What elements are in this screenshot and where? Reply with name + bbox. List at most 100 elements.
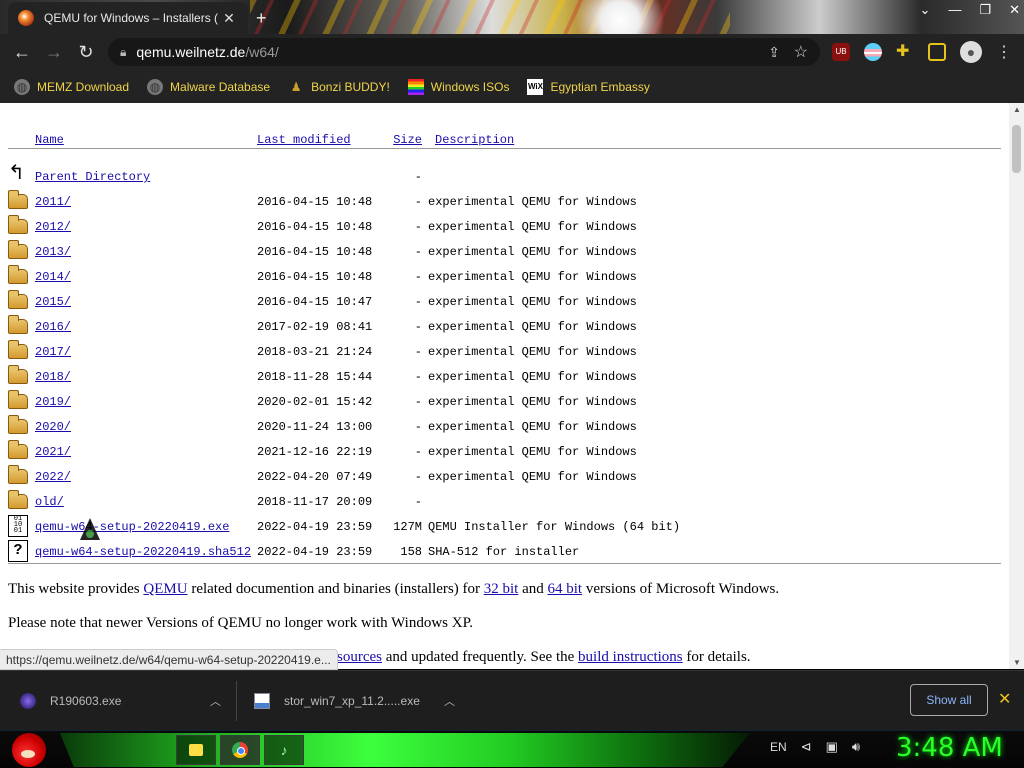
menu-kebab-icon[interactable]: ⋮: [996, 42, 1012, 62]
share-icon[interactable]: ⇪: [768, 44, 780, 61]
file-size: -: [414, 195, 422, 209]
table-row: 01 10 01 qemu-w64-setup-20220419.exe 2022-…: [0, 515, 1000, 540]
bookmark-bonzi-buddy[interactable]: ♟ Bonzi BUDDY!: [288, 79, 390, 95]
download-filename: R190603.exe: [50, 694, 122, 708]
file-name-link[interactable]: 2013/: [35, 245, 71, 259]
taskbar-glow: [60, 733, 750, 767]
file-name-link[interactable]: 2022/: [35, 470, 71, 484]
file-name-link[interactable]: 2020/: [35, 420, 71, 434]
bookmark-label: Malware Database: [170, 79, 271, 94]
minimize-icon[interactable]: —: [948, 2, 961, 18]
chevron-up-icon[interactable]: ︿: [210, 693, 221, 709]
file-description: experimental QEMU for Windows: [428, 445, 637, 459]
file-date: 2016-04-15 10:48: [257, 195, 373, 209]
file-name-link[interactable]: 2021/: [35, 445, 71, 459]
file-name-link[interactable]: old/: [35, 495, 64, 509]
rainbow-flag-icon: [407, 78, 424, 95]
32-bit-link[interactable]: 32 bit: [484, 581, 519, 597]
bookmark-star-icon[interactable]: ☆: [794, 42, 808, 62]
bookmark-windows-isos[interactable]: Windows ISOs: [407, 78, 509, 95]
size-column-header[interactable]: Size: [380, 133, 422, 147]
file-name-link[interactable]: 2014/: [35, 270, 71, 284]
file-name-link[interactable]: 2016/: [35, 320, 71, 334]
restore-icon[interactable]: ❐: [979, 2, 991, 18]
table-row: 2015/2016-04-15 10:47 - experimental QEMU …: [0, 290, 1000, 315]
file-name-link[interactable]: 2018/: [35, 370, 71, 384]
language-indicator[interactable]: EN: [770, 740, 787, 754]
bookmark-memz-download[interactable]: ◍ MEMZ Download: [14, 78, 129, 95]
file-name-link[interactable]: 2017/: [35, 345, 71, 359]
bookmarks-bar: ◍ MEMZ Download ◍ Malware Database ♟ Bonzi …: [0, 70, 1024, 103]
system-tray: EN ⊲ ▣ 🔊︎: [770, 739, 860, 755]
folder-icon: [8, 390, 28, 409]
file-name-link[interactable]: 2019/: [35, 395, 71, 409]
close-window-icon[interactable]: ✕: [1009, 2, 1020, 18]
last-modified-column-header[interactable]: Last modified: [257, 133, 351, 147]
file-name-link[interactable]: qemu-w64-setup-20220419.sha512: [35, 545, 251, 559]
scroll-down-icon[interactable]: ▼: [1013, 658, 1021, 667]
show-all-button[interactable]: Show all: [910, 684, 988, 716]
file-name-link[interactable]: Parent Directory: [35, 170, 150, 184]
description-column-header[interactable]: Description: [435, 133, 514, 147]
build-instructions-link[interactable]: build instructions: [578, 649, 683, 665]
extensions-area: UB ✚ ● ⋮: [832, 41, 1012, 63]
browser-tab[interactable]: QEMU for Windows – Installers ( ✕: [8, 2, 248, 34]
qemu-link[interactable]: QEMU: [143, 581, 187, 597]
table-row: 2022/2022-04-20 07:49 - experimental QEMU …: [0, 465, 1000, 490]
scroll-up-icon[interactable]: ▲: [1013, 105, 1021, 114]
close-shelf-icon[interactable]: ✕: [998, 689, 1011, 709]
64-bit-link[interactable]: 64 bit: [548, 581, 583, 597]
side-panel-icon[interactable]: [928, 43, 946, 61]
bonzi-icon: ♟: [290, 79, 302, 94]
file-name-link[interactable]: qemu-w64-setup-20220419.exe: [35, 520, 229, 534]
download-filename: stor_win7_xp_11.2.....exe: [284, 694, 420, 708]
chevron-up-icon[interactable]: ︿: [444, 693, 455, 709]
start-button[interactable]: [8, 731, 48, 768]
profile-avatar-icon[interactable]: ●: [960, 41, 982, 63]
taskbar-chrome[interactable]: [220, 735, 260, 765]
page-content: Name Last modified Size Description ↰ Par…: [0, 103, 1009, 669]
download-item[interactable]: stor_win7_xp_11.2.....exe ︿: [254, 671, 455, 731]
table-row: old/2018-11-17 20:09 -: [0, 490, 1000, 515]
lock-icon[interactable]: 🔒︎: [120, 45, 126, 60]
file-size: -: [414, 345, 422, 359]
page-scrollbar[interactable]: ▲ ▼: [1009, 103, 1024, 669]
file-name-link[interactable]: 2015/: [35, 295, 71, 309]
volume-icon[interactable]: 🔊︎: [852, 739, 860, 755]
ublock-icon[interactable]: UB: [832, 43, 850, 61]
download-divider: [236, 681, 237, 721]
file-size: -: [414, 445, 422, 459]
bookmark-malware-database[interactable]: ◍ Malware Database: [147, 78, 271, 95]
taskbar-explorer[interactable]: [176, 735, 216, 765]
show-hidden-icons-icon[interactable]: ⊲: [801, 739, 812, 755]
taskbar-clock[interactable]: 3:48 AM: [896, 733, 1003, 763]
chevron-down-icon[interactable]: ⌄: [920, 2, 931, 18]
close-tab-icon[interactable]: ✕: [220, 10, 238, 27]
reload-icon[interactable]: ↻: [70, 42, 102, 63]
sources-paragraph: sources and updated frequently. See the …: [337, 649, 751, 666]
file-size: -: [414, 470, 422, 484]
address-bar[interactable]: 🔒︎ qemu.weilnetz.de/w64/ ⇪ ☆: [108, 38, 820, 66]
file-date: 2020-11-24 13:00: [257, 420, 373, 434]
download-item[interactable]: R190603.exe ︿: [20, 671, 221, 731]
bookmark-egyptian-embassy[interactable]: WiX Egyptian Embassy: [527, 78, 650, 95]
file-size: -: [414, 370, 422, 384]
file-date: 2016-04-15 10:48: [257, 220, 373, 234]
forward-arrow-icon[interactable]: →: [38, 42, 70, 63]
name-column-header[interactable]: Name: [35, 133, 64, 147]
file-size: -: [414, 420, 422, 434]
sources-link[interactable]: sources: [337, 649, 382, 665]
trans-flag-extension-icon[interactable]: [864, 43, 882, 61]
new-tab-button[interactable]: +: [256, 8, 267, 29]
file-name-link[interactable]: 2012/: [35, 220, 71, 234]
back-arrow-icon[interactable]: ←: [6, 42, 38, 63]
taskbar-app[interactable]: ♪: [264, 735, 304, 765]
network-icon[interactable]: ▣: [826, 739, 838, 755]
mouse-cursor-icon: [80, 518, 100, 540]
folder-icon: [8, 265, 28, 284]
extensions-puzzle-icon[interactable]: ✚: [896, 43, 914, 61]
file-description: experimental QEMU for Windows: [428, 295, 637, 309]
file-size: -: [414, 395, 422, 409]
scroll-thumb[interactable]: [1012, 125, 1021, 173]
file-name-link[interactable]: 2011/: [35, 195, 71, 209]
